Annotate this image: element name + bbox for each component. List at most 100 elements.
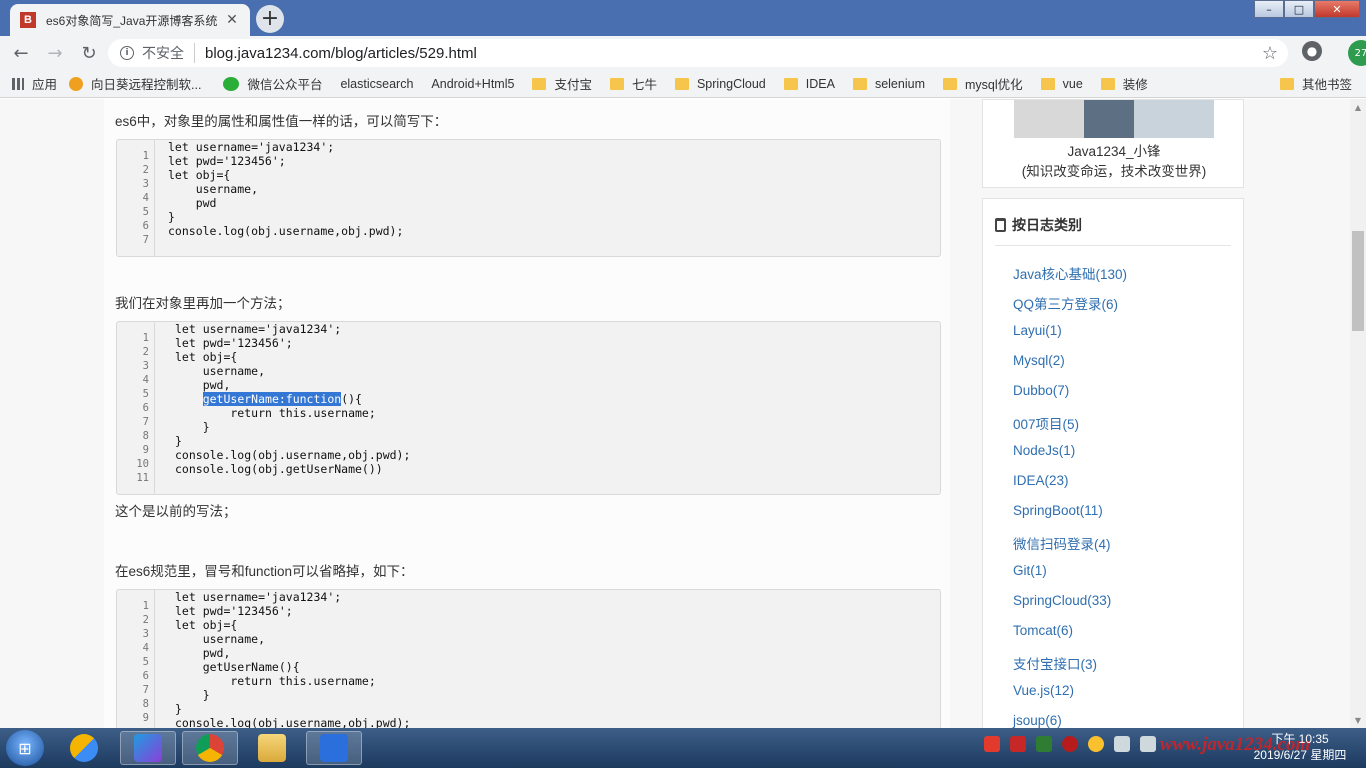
browser-tab[interactable]: B es6对象简写_Java开源博客系统 ✕ [10, 4, 250, 36]
tray-network-icon[interactable] [1114, 736, 1130, 752]
reload-icon[interactable]: ↻ [76, 40, 102, 66]
code-line: console.log(obj.getUserName()) [175, 462, 383, 476]
close-window-button[interactable]: ✕ [1314, 0, 1360, 18]
category-link[interactable]: Vue.js(12) [1013, 683, 1074, 698]
category-link[interactable]: Tomcat(6) [1013, 623, 1073, 638]
category-link[interactable]: Mysql(2) [1013, 353, 1065, 368]
code-line: let username='java1234'; [175, 322, 342, 336]
bookmark-folder[interactable]: mysql优化 [942, 74, 1023, 93]
not-secure-label[interactable]: 不安全 [142, 43, 195, 63]
bookmark-folder[interactable]: 支付宝 [532, 74, 592, 93]
bookmark-item[interactable]: 微信公众平台 [223, 74, 322, 93]
code-block-3: 123456789 let username='java1234'; let p… [116, 589, 941, 728]
tray-app-icon[interactable] [1062, 736, 1078, 752]
folder-icon [1279, 77, 1294, 90]
maximize-button[interactable]: □ [1284, 0, 1314, 18]
bookmark-folder[interactable]: 七牛 [609, 74, 657, 93]
minimize-button[interactable]: – [1254, 0, 1284, 18]
forward-arrow-icon[interactable]: → [42, 40, 68, 66]
category-link[interactable]: 微信扫码登录(4) [1013, 533, 1111, 553]
info-icon[interactable]: i [120, 46, 134, 60]
folder-icon [852, 77, 867, 90]
code-line: username, [175, 632, 266, 646]
bookmark-item[interactable]: elasticsearch [340, 77, 413, 91]
back-arrow-icon[interactable]: ← [8, 40, 34, 66]
tray-shield-icon[interactable] [1036, 736, 1052, 752]
category-link[interactable]: Git(1) [1013, 563, 1047, 578]
category-link[interactable]: NodeJs(1) [1013, 443, 1075, 458]
taskbar-explorer[interactable] [244, 731, 300, 765]
bookmark-item[interactable]: 向日葵远程控制软... [69, 74, 201, 93]
code-line: pwd [168, 196, 217, 210]
code-line: let obj={ [175, 350, 238, 364]
start-button[interactable]: ⊞ [6, 730, 44, 766]
bookmark-folder[interactable]: vue [1040, 77, 1083, 91]
browser-tab-bar: B es6对象简写_Java开源博客系统 ✕ + – □ ✕ [0, 0, 1366, 36]
line-numbers: 1 2 3 4 5 6 7 8 9 10 11 [117, 322, 155, 494]
windows-taskbar: ⊞ www.java1234.com 下午 10:35 2019/6/27 星期… [0, 728, 1366, 768]
selected-text[interactable]: getUserName:function [202, 392, 342, 406]
tray-flag-icon[interactable] [1140, 736, 1156, 752]
new-tab-button[interactable]: + [256, 5, 284, 33]
tray-input-icon[interactable] [984, 736, 1000, 752]
folder-icon [1040, 77, 1055, 90]
category-link[interactable]: Java核心基础(130) [1013, 263, 1127, 283]
folder-icon [258, 734, 286, 762]
code-line: } [175, 702, 182, 716]
url-text[interactable]: blog.java1234.com/blog/articles/529.html [205, 45, 477, 62]
bookmark-folder[interactable]: 装修 [1100, 74, 1148, 93]
other-bookmarks[interactable]: 其他书签 [1279, 74, 1352, 93]
article-body: es6中，对象里的属性和属性值一样的话，可以简写下： 1234567 let u… [104, 99, 950, 728]
code-line-selected[interactable]: getUserName:function(){ [175, 392, 362, 406]
category-link[interactable]: QQ第三方登录(6) [1013, 293, 1118, 313]
close-tab-icon[interactable]: ✕ [224, 12, 240, 28]
scroll-down-arrow-icon[interactable]: ▼ [1350, 712, 1366, 728]
bookmark-apps[interactable]: 应用 [12, 74, 57, 93]
bookmark-folder[interactable]: SpringCloud [674, 76, 766, 91]
bookmark-label: IDEA [805, 76, 835, 91]
tray-app-icon[interactable] [1088, 736, 1104, 752]
bookmark-label: 应用 [32, 78, 58, 92]
code-line: return this.username; [175, 406, 376, 420]
code-line: let pwd='123456'; [175, 604, 293, 618]
extension-badge[interactable]: 27 [1348, 40, 1366, 66]
code-line: pwd, [175, 378, 231, 392]
window-controls: – □ ✕ [1254, 0, 1360, 18]
category-link[interactable]: 007项目(5) [1013, 413, 1079, 433]
system-clock[interactable]: 下午 10:35 2019/6/27 星期四 [1244, 731, 1356, 763]
category-link[interactable]: Dubbo(7) [1013, 383, 1069, 398]
chrome-icon [196, 734, 224, 762]
bookmark-label: SpringCloud [696, 76, 766, 91]
code-line: username, [168, 182, 259, 196]
code-line: } [168, 210, 175, 224]
category-panel: 按日志类别 Java核心基础(130) QQ第三方登录(6) Layui(1) … [982, 198, 1244, 728]
category-link[interactable]: SpringCloud(33) [1013, 593, 1111, 608]
tray-pdf-icon[interactable] [1010, 736, 1026, 752]
taskbar-wps[interactable] [306, 731, 362, 765]
paragraph: es6中，对象里的属性和属性值一样的话，可以简写下： [115, 114, 448, 129]
category-link[interactable]: 支付宝接口(3) [1013, 653, 1097, 673]
category-link[interactable]: Layui(1) [1013, 323, 1062, 338]
page-viewport: es6中，对象里的属性和属性值一样的话，可以简写下： 1234567 let u… [0, 99, 1350, 728]
code-line: let username='java1234'; [175, 590, 342, 604]
bookmark-folder[interactable]: IDEA [783, 76, 835, 91]
address-bar[interactable]: i 不安全 blog.java1234.com/blog/articles/52… [108, 39, 1288, 67]
category-link[interactable]: IDEA(23) [1013, 473, 1069, 488]
account-icon[interactable]: ● [1302, 41, 1322, 61]
code-line: console.log(obj.username,obj.pwd); [175, 716, 411, 728]
taskbar-webstorm[interactable] [120, 731, 176, 765]
page-scrollbar[interactable]: ▲ ▼ [1350, 99, 1366, 728]
category-link[interactable]: jsoup(6) [1013, 713, 1062, 728]
avatar[interactable] [1014, 100, 1214, 138]
bookmark-item[interactable]: Android+Html5 [431, 77, 514, 91]
taskbar-app-icon[interactable] [56, 731, 112, 765]
bookmark-star-icon[interactable]: ☆ [1262, 43, 1278, 64]
scroll-thumb[interactable] [1352, 231, 1364, 331]
color-app-icon [70, 734, 98, 762]
folder-icon [783, 77, 798, 90]
bookmark-folder[interactable]: selenium [852, 77, 925, 91]
taskbar-chrome[interactable] [182, 731, 238, 765]
category-link[interactable]: SpringBoot(11) [1013, 503, 1103, 518]
scroll-up-arrow-icon[interactable]: ▲ [1350, 99, 1366, 115]
